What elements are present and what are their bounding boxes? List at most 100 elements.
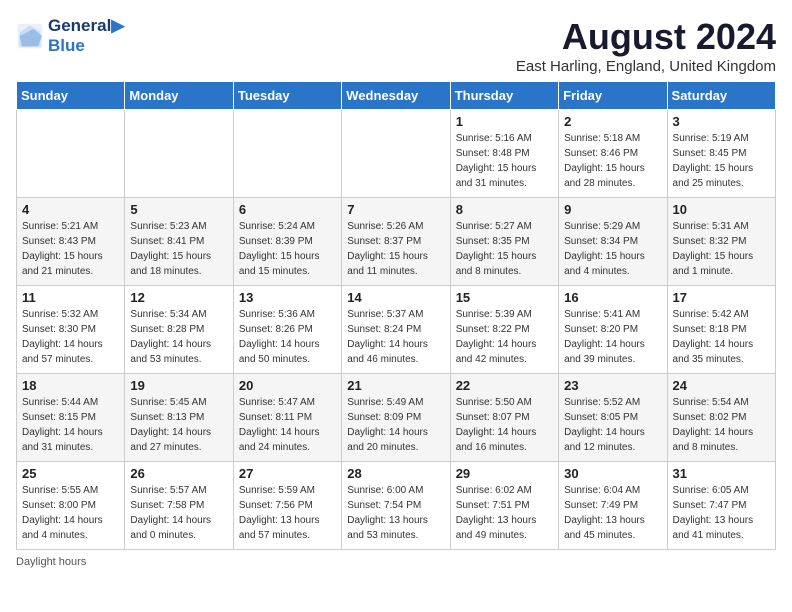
calendar-week-1: 1 Sunrise: 5:16 AMSunset: 8:48 PMDaylight…	[17, 110, 776, 198]
day-info: Sunrise: 6:00 AMSunset: 7:54 PMDaylight:…	[347, 483, 444, 543]
calendar-cell: 8 Sunrise: 5:27 AMSunset: 8:35 PMDaylight…	[450, 198, 558, 286]
day-info: Sunrise: 5:19 AMSunset: 8:45 PMDaylight:…	[673, 131, 770, 191]
day-number: 27	[239, 466, 336, 481]
calendar-cell: 25Sunrise: 5:55 AMSunset: 8:00 PMDayligh…	[17, 462, 125, 550]
footer: Daylight hours	[16, 556, 776, 568]
calendar-week-2: 4 Sunrise: 5:21 AMSunset: 8:43 PMDaylight…	[17, 198, 776, 286]
calendar-week-5: 25Sunrise: 5:55 AMSunset: 8:00 PMDayligh…	[17, 462, 776, 550]
day-number: 14	[347, 290, 444, 305]
day-number: 22	[456, 378, 553, 393]
calendar-cell: 24Sunrise: 5:54 AMSunset: 8:02 PMDayligh…	[667, 374, 775, 462]
day-number: 18	[22, 378, 119, 393]
calendar-week-3: 11Sunrise: 5:32 AMSunset: 8:30 PMDayligh…	[17, 286, 776, 374]
day-info: Sunrise: 5:37 AMSunset: 8:24 PMDaylight:…	[347, 307, 444, 367]
calendar-cell: 14 Sunrise: 5:37 AMSunset: 8:24 PMDayligh…	[342, 286, 450, 374]
calendar-cell: 15Sunrise: 5:39 AMSunset: 8:22 PMDayligh…	[450, 286, 558, 374]
day-info: Sunrise: 5:57 AMSunset: 7:58 PMDaylight:…	[130, 483, 227, 543]
day-number: 4	[22, 202, 119, 217]
logo-text: General▶ Blue	[48, 16, 124, 56]
col-saturday: Saturday	[667, 82, 775, 110]
col-sunday: Sunday	[17, 82, 125, 110]
calendar-cell: 30Sunrise: 6:04 AMSunset: 7:49 PMDayligh…	[559, 462, 667, 550]
day-number: 16	[564, 290, 661, 305]
calendar-cell: 21 Sunrise: 5:49 AMSunset: 8:09 PMDayligh…	[342, 374, 450, 462]
title-block: August 2024 East Harling, England, Unite…	[516, 16, 776, 75]
calendar-cell: 28 Sunrise: 6:00 AMSunset: 7:54 PMDayligh…	[342, 462, 450, 550]
calendar-week-4: 18 Sunrise: 5:44 AMSunset: 8:15 PMDayligh…	[17, 374, 776, 462]
month-year: August 2024	[516, 16, 776, 58]
calendar-cell: 18 Sunrise: 5:44 AMSunset: 8:15 PMDayligh…	[17, 374, 125, 462]
day-info: Sunrise: 5:49 AMSunset: 8:09 PMDaylight:…	[347, 395, 444, 455]
logo-icon	[16, 22, 44, 50]
location: East Harling, England, United Kingdom	[516, 58, 776, 75]
calendar-cell: 17 Sunrise: 5:42 AMSunset: 8:18 PMDayligh…	[667, 286, 775, 374]
footer-label: Daylight hours	[16, 556, 86, 568]
day-number: 28	[347, 466, 444, 481]
day-number: 31	[673, 466, 770, 481]
day-number: 12	[130, 290, 227, 305]
calendar-cell: 5 Sunrise: 5:23 AMSunset: 8:41 PMDaylight…	[125, 198, 233, 286]
day-number: 25	[22, 466, 119, 481]
day-info: Sunrise: 6:05 AMSunset: 7:47 PMDaylight:…	[673, 483, 770, 543]
day-number: 23	[564, 378, 661, 393]
day-info: Sunrise: 5:36 AMSunset: 8:26 PMDaylight:…	[239, 307, 336, 367]
calendar-cell	[342, 110, 450, 198]
day-info: Sunrise: 5:26 AMSunset: 8:37 PMDaylight:…	[347, 219, 444, 279]
calendar-cell: 3 Sunrise: 5:19 AMSunset: 8:45 PMDaylight…	[667, 110, 775, 198]
day-number: 10	[673, 202, 770, 217]
calendar-cell: 10 Sunrise: 5:31 AMSunset: 8:32 PMDayligh…	[667, 198, 775, 286]
calendar-cell: 12Sunrise: 5:34 AMSunset: 8:28 PMDayligh…	[125, 286, 233, 374]
day-info: Sunrise: 5:32 AMSunset: 8:30 PMDaylight:…	[22, 307, 119, 367]
day-info: Sunrise: 5:23 AMSunset: 8:41 PMDaylight:…	[130, 219, 227, 279]
day-number: 20	[239, 378, 336, 393]
day-number: 17	[673, 290, 770, 305]
calendar-cell: 6 Sunrise: 5:24 AMSunset: 8:39 PMDaylight…	[233, 198, 341, 286]
day-number: 19	[130, 378, 227, 393]
page-header: General▶ Blue August 2024 East Harling, …	[16, 16, 776, 75]
header-row: Sunday Monday Tuesday Wednesday Thursday…	[17, 82, 776, 110]
col-friday: Friday	[559, 82, 667, 110]
col-wednesday: Wednesday	[342, 82, 450, 110]
day-number: 5	[130, 202, 227, 217]
day-number: 3	[673, 114, 770, 129]
calendar-cell: 27Sunrise: 5:59 AMSunset: 7:56 PMDayligh…	[233, 462, 341, 550]
calendar-table: Sunday Monday Tuesday Wednesday Thursday…	[16, 81, 776, 550]
day-number: 29	[456, 466, 553, 481]
calendar-cell: 11Sunrise: 5:32 AMSunset: 8:30 PMDayligh…	[17, 286, 125, 374]
day-info: Sunrise: 5:24 AMSunset: 8:39 PMDaylight:…	[239, 219, 336, 279]
calendar-cell	[233, 110, 341, 198]
day-number: 21	[347, 378, 444, 393]
day-info: Sunrise: 5:41 AMSunset: 8:20 PMDaylight:…	[564, 307, 661, 367]
calendar-cell: 29 Sunrise: 6:02 AMSunset: 7:51 PMDayligh…	[450, 462, 558, 550]
day-info: Sunrise: 5:50 AMSunset: 8:07 PMDaylight:…	[456, 395, 553, 455]
day-info: Sunrise: 5:52 AMSunset: 8:05 PMDaylight:…	[564, 395, 661, 455]
day-info: Sunrise: 5:21 AMSunset: 8:43 PMDaylight:…	[22, 219, 119, 279]
day-number: 13	[239, 290, 336, 305]
day-number: 8	[456, 202, 553, 217]
day-info: Sunrise: 5:16 AMSunset: 8:48 PMDaylight:…	[456, 131, 553, 191]
calendar-cell: 9Sunrise: 5:29 AMSunset: 8:34 PMDaylight…	[559, 198, 667, 286]
day-number: 1	[456, 114, 553, 129]
day-info: Sunrise: 5:44 AMSunset: 8:15 PMDaylight:…	[22, 395, 119, 455]
day-number: 15	[456, 290, 553, 305]
calendar-cell: 20Sunrise: 5:47 AMSunset: 8:11 PMDayligh…	[233, 374, 341, 462]
calendar-cell: 23 Sunrise: 5:52 AMSunset: 8:05 PMDayligh…	[559, 374, 667, 462]
day-number: 7	[347, 202, 444, 217]
day-info: Sunrise: 5:27 AMSunset: 8:35 PMDaylight:…	[456, 219, 553, 279]
calendar-cell: 19 Sunrise: 5:45 AMSunset: 8:13 PMDayligh…	[125, 374, 233, 462]
calendar-cell	[125, 110, 233, 198]
day-number: 6	[239, 202, 336, 217]
calendar-cell: 31 Sunrise: 6:05 AMSunset: 7:47 PMDayligh…	[667, 462, 775, 550]
calendar-cell: 7 Sunrise: 5:26 AMSunset: 8:37 PMDaylight…	[342, 198, 450, 286]
calendar-cell: 4 Sunrise: 5:21 AMSunset: 8:43 PMDaylight…	[17, 198, 125, 286]
calendar-cell: 26Sunrise: 5:57 AMSunset: 7:58 PMDayligh…	[125, 462, 233, 550]
calendar-cell: 1 Sunrise: 5:16 AMSunset: 8:48 PMDaylight…	[450, 110, 558, 198]
day-info: Sunrise: 5:45 AMSunset: 8:13 PMDaylight:…	[130, 395, 227, 455]
day-info: Sunrise: 5:54 AMSunset: 8:02 PMDaylight:…	[673, 395, 770, 455]
day-info: Sunrise: 5:31 AMSunset: 8:32 PMDaylight:…	[673, 219, 770, 279]
day-info: Sunrise: 5:29 AMSunset: 8:34 PMDaylight:…	[564, 219, 661, 279]
calendar-cell: 22 Sunrise: 5:50 AMSunset: 8:07 PMDayligh…	[450, 374, 558, 462]
day-info: Sunrise: 6:02 AMSunset: 7:51 PMDaylight:…	[456, 483, 553, 543]
day-info: Sunrise: 6:04 AMSunset: 7:49 PMDaylight:…	[564, 483, 661, 543]
day-info: Sunrise: 5:42 AMSunset: 8:18 PMDaylight:…	[673, 307, 770, 367]
